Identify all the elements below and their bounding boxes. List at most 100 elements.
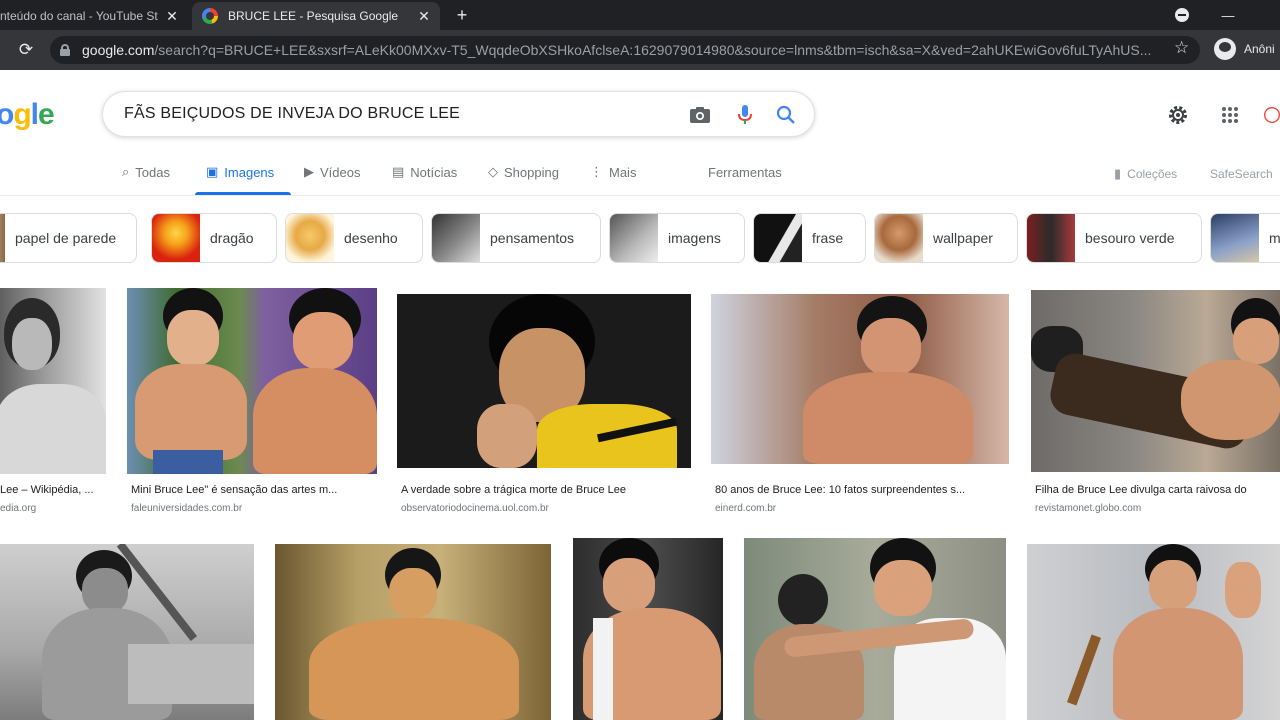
tag-icon: ◇ [488,164,498,179]
figure-shape [1149,560,1197,610]
result-image[interactable] [0,288,106,474]
result-card[interactable]: Lee – Wikipédia, ... edia.org [0,288,108,518]
url-path: /search?q=BRUCE+LEE&sxsrf=ALeKk00MXxv-T5… [154,42,1152,58]
tab-news[interactable]: ▤ Notícias [392,162,457,182]
result-source[interactable]: revistamonet.globo.com [1035,503,1280,514]
result-image[interactable] [573,538,723,720]
tab-all[interactable]: ⌕ Todas [122,162,170,182]
figure-shape [1233,318,1279,364]
figure-shape [477,404,537,468]
result-card[interactable] [573,538,725,720]
result-caption[interactable]: Filha de Bruce Lee divulga carta raivosa… [1035,484,1280,496]
figure-shape [389,568,437,618]
chip-label: pensamentos [490,230,575,246]
chip-desenho[interactable]: desenho [285,213,423,263]
google-logo[interactable]: ogle [0,98,55,132]
chip-pensamentos[interactable]: pensamentos [431,213,601,263]
figure-shape [293,312,353,370]
new-tab-button[interactable]: + [450,4,474,26]
chip-label: besouro verde [1085,230,1175,246]
profile-name: Anôni [1244,42,1275,56]
tab-label: Todas [135,164,170,180]
tab-label: Mais [609,164,637,180]
google-favicon-icon [202,8,218,24]
chip-label: desenho [344,230,398,246]
result-image[interactable] [1027,544,1280,720]
figure-shape [778,574,828,626]
result-card[interactable]: A verdade sobre a trágica morte de Bruce… [397,294,693,518]
chip-more[interactable]: m [1210,213,1280,263]
figure-shape [309,618,519,720]
result-card[interactable]: Filha de Bruce Lee divulga carta raivosa… [1031,290,1280,518]
active-tab-indicator [195,192,291,195]
result-image[interactable] [275,544,551,720]
result-caption[interactable]: Mini Bruce Lee" é sensação das artes m..… [131,484,379,496]
chip-frase[interactable]: frase [753,213,866,263]
result-image[interactable] [711,294,1009,464]
chip-thumbnail [1027,214,1075,262]
result-image[interactable] [127,288,377,474]
chip-label: m [1269,230,1280,246]
profile-button[interactable]: Anôni [1214,38,1275,60]
result-image[interactable] [397,294,691,468]
collections-label: Coleções [1127,167,1178,181]
tab-youtube-studio[interactable]: nteúdo do canal - YouTube St ✕ [0,2,188,30]
chip-dragao[interactable]: dragão [151,213,277,263]
microphone-icon[interactable] [734,104,756,126]
result-card[interactable]: Mini Bruce Lee" é sensação das artes m..… [127,288,379,518]
result-source[interactable]: edia.org [0,503,108,514]
search-box[interactable]: FÃS BEIÇUDOS DE INVEJA DO BRUCE LEE [102,91,815,137]
result-caption[interactable]: 80 anos de Bruce Lee: 10 fatos surpreend… [715,484,1011,496]
tab-images[interactable]: ▣ Imagens [206,162,274,182]
chip-label: imagens [668,230,721,246]
result-card[interactable] [0,544,256,720]
search-input[interactable]: FÃS BEIÇUDOS DE INVEJA DO BRUCE LEE [124,105,460,123]
image-icon: ▣ [206,164,219,179]
safesearch-button[interactable]: SafeSearch [1210,164,1273,184]
figure-shape [1181,360,1280,440]
result-image[interactable] [1031,290,1280,472]
tab-videos[interactable]: ▶ Vídeos [304,162,360,182]
search-icon[interactable] [775,104,797,126]
result-card[interactable] [744,538,1008,720]
result-image[interactable] [0,544,254,720]
tab-more[interactable]: ⋮ Mais [590,162,636,182]
incognito-indicator-icon[interactable] [1170,4,1194,26]
chip-label: wallpaper [933,230,993,246]
result-caption[interactable]: A verdade sobre a trágica morte de Bruce… [401,484,693,496]
result-card[interactable]: 80 anos de Bruce Lee: 10 fatos surpreend… [711,294,1011,518]
result-card[interactable] [1027,544,1280,720]
apps-grid-icon[interactable] [1218,103,1242,127]
collections-button[interactable]: ▮ Coleções [1114,164,1177,184]
result-source[interactable]: observatoriodocinema.uol.com.br [401,503,693,514]
bookmark-star-icon[interactable]: ☆ [1174,38,1189,58]
chip-papel-de-parede[interactable]: papel de parede [0,213,137,263]
tab-shopping[interactable]: ◇ Shopping [488,162,559,182]
figure-shape [253,368,377,474]
browser-window: nteúdo do canal - YouTube St ✕ BRUCE LEE… [0,0,1280,720]
tools-button[interactable]: Ferramentas [708,162,782,182]
settings-gear-icon[interactable] [1166,103,1190,127]
close-icon[interactable]: ✕ [162,6,182,26]
figure-shape [874,560,932,616]
chip-besouro-verde[interactable]: besouro verde [1026,213,1202,263]
result-source[interactable]: faleuniversidades.com.br [131,503,379,514]
chip-wallpaper[interactable]: wallpaper [874,213,1018,263]
chip-imagens[interactable]: imagens [609,213,745,263]
browser-toolbar: ⟳ google.com /search?q=BRUCE+LEE&sxsrf=A… [0,30,1280,70]
tab-google-search[interactable]: BRUCE LEE - Pesquisa Google ✕ [192,2,440,30]
address-bar[interactable]: google.com /search?q=BRUCE+LEE&sxsrf=ALe… [50,36,1200,64]
result-image[interactable] [744,538,1006,720]
reload-icon[interactable]: ⟳ [14,38,38,62]
chip-label: frase [812,230,844,246]
account-avatar-icon[interactable] [1264,103,1280,127]
camera-icon[interactable] [689,104,711,126]
result-caption[interactable]: Lee – Wikipédia, ... [0,484,108,496]
search-type-tabs: ⌕ Todas ▣ Imagens ▶ Vídeos ▤ Notícias ◇ Shopp… [0,150,1280,196]
minimize-icon[interactable]: — [1216,4,1240,26]
close-icon[interactable]: ✕ [414,6,434,26]
result-card[interactable] [275,544,553,720]
figure-shape [1066,634,1102,706]
figure-shape [803,372,973,464]
result-source[interactable]: einerd.com.br [715,503,1011,514]
